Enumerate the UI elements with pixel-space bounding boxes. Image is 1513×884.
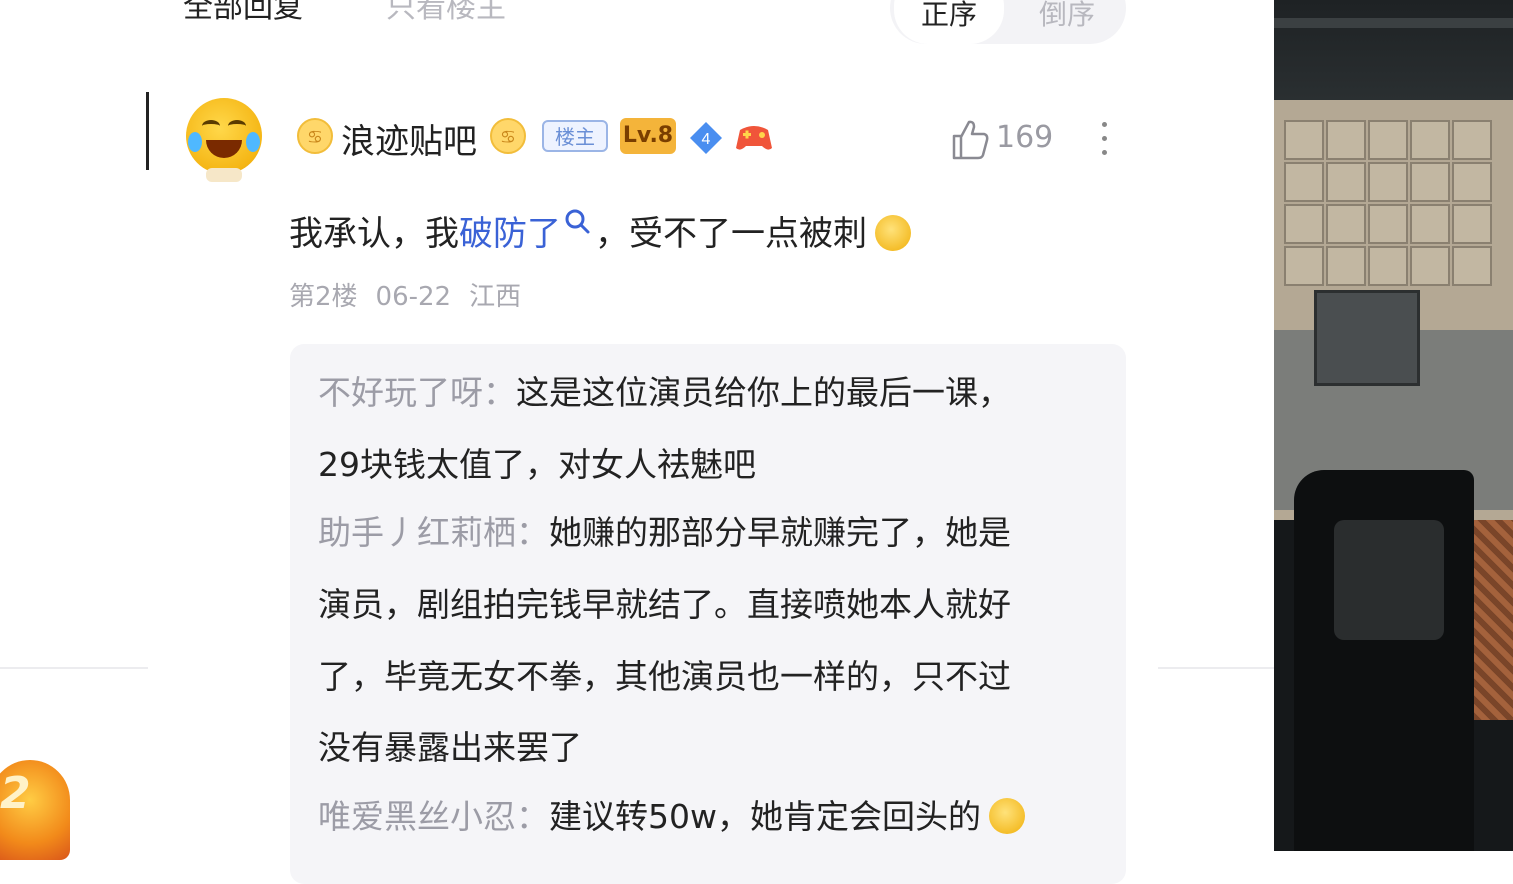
diamond-level: 4 [702, 131, 711, 148]
gamepad-icon [734, 120, 774, 154]
reply-text: 建议转50w，她肯定会回头的 [549, 797, 981, 836]
post-date: 06-22 [375, 282, 452, 312]
like-count: 169 [996, 120, 1054, 155]
more-options-icon[interactable] [1100, 122, 1108, 162]
crab-icon: ♋ [297, 118, 333, 154]
sort-toggle: 正序 倒序 [890, 0, 1126, 44]
search-icon[interactable] [563, 206, 593, 236]
section-divider-left [0, 667, 148, 669]
reply-text: 了，毕竟无女不拳，其他演员也一样的，只不过 [318, 657, 1011, 696]
op-badge: 楼主 [542, 120, 608, 152]
reply-author[interactable]: 唯爱黑丝小忍： [318, 797, 549, 836]
username[interactable]: 浪迹贴吧 [341, 114, 477, 163]
post-meta: 第2楼 06-22 江西 [289, 276, 539, 313]
post-text-after: ，受不了一点被刺 [595, 214, 867, 254]
post-location: 江西 [469, 282, 522, 312]
avatar[interactable] [186, 98, 262, 174]
thumbs-up-icon[interactable] [950, 118, 990, 160]
reply-text: 她赚的那部分早就赚完了，她是 [549, 513, 1011, 552]
sort-descending-button[interactable]: 倒序 [1014, 0, 1120, 44]
level-badge: Lv.8 [620, 118, 676, 154]
game-footage [1274, 0, 1513, 851]
reply-line: 没有暴露出来罢了 [318, 721, 582, 769]
reply-text: 演员，剧组拍完钱早就结了。直接喷她本人就好 [318, 585, 1011, 624]
game-badge-number: 2 [0, 768, 31, 819]
post-content: 我承认，我破防了 ，受不了一点被刺 [289, 206, 911, 255]
reply-text: 29块钱太值了，对女人祛魅吧 [318, 445, 756, 484]
reply-line: 演员，剧组拍完钱早就结了。直接喷她本人就好 [318, 578, 1011, 626]
floor-number: 第2楼 [289, 282, 358, 312]
sort-ascending-button[interactable]: 正序 [894, 0, 1004, 44]
reply-line: 了，毕竟无女不拳，其他演员也一样的，只不过 [318, 650, 1011, 698]
smile-emoji-icon [988, 798, 1025, 834]
edge-divider [146, 92, 149, 170]
sweat-emoji-icon [875, 215, 911, 251]
reply-line: 29块钱太值了，对女人祛魅吧 [318, 438, 756, 486]
reply-text: 这是这位演员给你上的最后一课， [516, 373, 1011, 412]
reply-text: 没有暴露出来罢了 [318, 728, 582, 767]
tab-all-replies[interactable]: 全部回复 [183, 0, 303, 26]
crab-icon: ♋ [490, 118, 526, 154]
tab-only-op[interactable]: 只看楼主 [386, 0, 506, 26]
post-keyword-link[interactable]: 破防了 [459, 214, 561, 254]
section-divider-right [1158, 667, 1274, 669]
reply-line: 唯爱黑丝小忍：建议转50w，她肯定会回头的 [318, 790, 1025, 838]
avatar-pendant [206, 168, 242, 182]
reply-line: 助手丿红莉栖：她赚的那部分早就赚完了，她是 [318, 506, 1011, 554]
reply-author[interactable]: 不好玩了呀： [318, 373, 516, 412]
reply-line: 不好玩了呀：这是这位演员给你上的最后一课， [318, 366, 1011, 414]
reply-author[interactable]: 助手丿红莉栖： [318, 513, 549, 552]
diamond-icon: 4 [688, 120, 724, 156]
post-text-before: 我承认，我 [289, 214, 459, 254]
